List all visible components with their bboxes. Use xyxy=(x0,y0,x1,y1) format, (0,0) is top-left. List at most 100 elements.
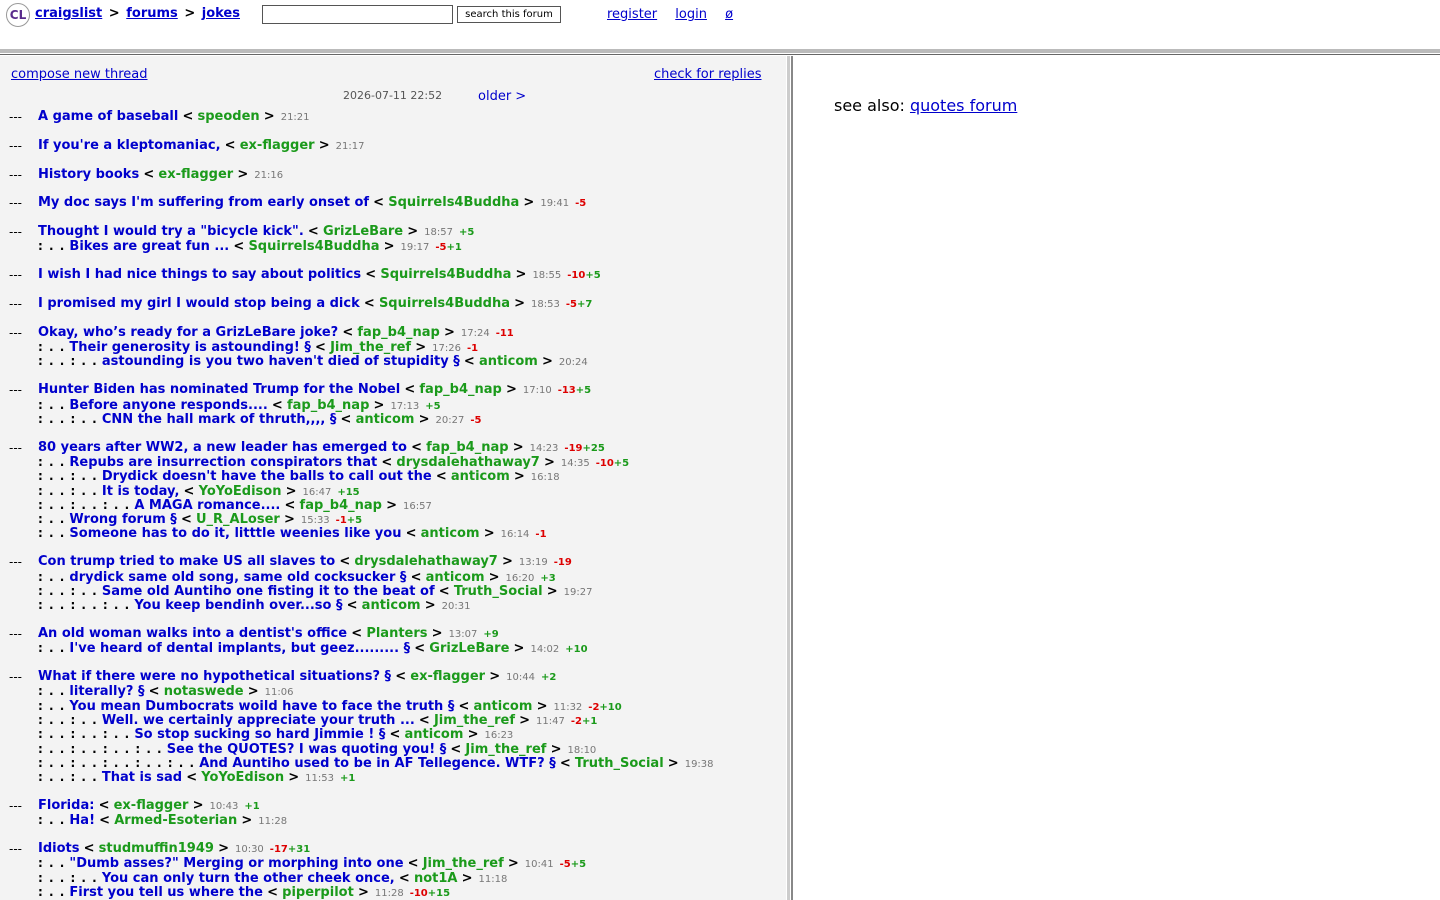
author-link[interactable]: fap_b4_nap xyxy=(419,382,501,397)
post-title-link[interactable]: A game of baseball xyxy=(38,109,178,124)
author-link[interactable]: anticom xyxy=(362,598,421,613)
author-link[interactable]: Squirrels4Buddha xyxy=(248,239,379,254)
older-link[interactable]: older > xyxy=(478,89,526,104)
post-title-link[interactable]: 80 years after WW2, a new leader has eme… xyxy=(38,440,407,455)
post-title-link[interactable]: literally? § xyxy=(69,684,144,699)
post-title-link[interactable]: Idiots xyxy=(38,841,79,856)
post-title-link[interactable]: And Auntiho used to be in AF Tellegence.… xyxy=(199,756,555,771)
post-title-link[interactable]: astounding is you two haven't died of st… xyxy=(102,354,460,369)
post-title-link[interactable]: Florida: xyxy=(38,798,94,813)
author-link[interactable]: Planters xyxy=(366,626,427,641)
author-link[interactable]: Squirrels4Buddha xyxy=(379,296,510,311)
post-title-link[interactable]: What if there were no hypothetical situa… xyxy=(38,669,391,684)
post-title-link[interactable]: Bikes are great fun ... xyxy=(69,239,229,254)
post-title-link[interactable]: Wrong forum § xyxy=(69,512,176,527)
post-title-link[interactable]: History books xyxy=(38,167,139,182)
post-title-link[interactable]: Ha! xyxy=(69,813,95,828)
crumb-craigslist[interactable]: craigslist xyxy=(35,6,102,21)
register-link[interactable]: register xyxy=(607,7,657,22)
author-link[interactable]: ex-flagger xyxy=(114,798,189,813)
post-title-link[interactable]: Same old Auntiho one fisting it to the b… xyxy=(102,584,435,599)
reply-row: : . . drydick same old song, same old co… xyxy=(0,569,786,585)
author-link[interactable]: anticom xyxy=(474,699,533,714)
author-link[interactable]: fap_b4_nap xyxy=(287,398,369,413)
author-link[interactable]: fap_b4_nap xyxy=(300,498,382,513)
post-title-link[interactable]: A MAGA romance.... xyxy=(134,498,280,513)
author-link[interactable]: anticom xyxy=(426,570,485,585)
author-link[interactable]: Jim_the_ref xyxy=(423,856,504,871)
author-link[interactable]: anticom xyxy=(451,469,510,484)
post-title-link[interactable]: See the QUOTES? I was quoting you! § xyxy=(167,742,446,757)
author-link[interactable]: Jim_the_ref xyxy=(465,742,546,757)
reply-indent: : . . xyxy=(38,569,66,584)
author-link[interactable]: U_R_ALoser xyxy=(196,512,280,527)
search-input[interactable] xyxy=(262,5,453,24)
pane-divider[interactable] xyxy=(787,56,790,900)
post-title-link[interactable]: drydick same old song, same old cocksuck… xyxy=(69,570,406,585)
author-link[interactable]: Squirrels4Buddha xyxy=(388,195,519,210)
crumb-forums[interactable]: forums xyxy=(126,6,178,21)
post-title-link[interactable]: "Dumb asses?" Merging or morphing into o… xyxy=(69,856,403,871)
author-link[interactable]: Truth_Social xyxy=(575,756,664,771)
author-link[interactable]: GrizLeBare xyxy=(429,641,509,656)
post-title-link[interactable]: It is today, xyxy=(102,484,180,499)
author-link[interactable]: fap_b4_nap xyxy=(357,325,439,340)
post-title-link[interactable]: Con trump tried to make US all slaves to xyxy=(38,554,335,569)
compose-thread-link[interactable]: compose new thread xyxy=(11,67,148,82)
author-open-bracket: < xyxy=(373,195,385,211)
author-link[interactable]: anticom xyxy=(405,727,464,742)
author-link[interactable]: GrizLeBare xyxy=(323,224,403,239)
post-title-link[interactable]: Well. we certainly appreciate your truth… xyxy=(102,713,415,728)
post-title-link[interactable]: I wish I had nice things to say about po… xyxy=(38,267,361,282)
author-link[interactable]: anticom xyxy=(356,412,415,427)
author-link[interactable]: speoden xyxy=(197,109,259,124)
author-link[interactable]: piperpilot xyxy=(282,885,354,900)
post-title-link[interactable]: If you're a kleptomaniac, xyxy=(38,138,221,153)
author-link[interactable]: Truth_Social xyxy=(454,584,543,599)
negative-votes: -2 xyxy=(570,715,582,727)
post-title-link[interactable]: First you tell us where the xyxy=(69,885,263,900)
author-link[interactable]: ex-flagger xyxy=(240,138,315,153)
post-title-link[interactable]: My doc says I'm suffering from early ons… xyxy=(38,195,369,210)
post-title-link[interactable]: That is sad xyxy=(102,770,182,785)
author-link[interactable]: YoYoEdison xyxy=(199,484,282,499)
post-title-link[interactable]: Hunter Biden has nominated Trump for the… xyxy=(38,382,400,397)
author-link[interactable]: not1A xyxy=(414,871,458,886)
author-link[interactable]: ex-flagger xyxy=(410,669,485,684)
post-title-link[interactable]: I've heard of dental implants, but geez.… xyxy=(69,641,410,656)
author-link[interactable]: Armed-Esoterian xyxy=(114,813,237,828)
login-link[interactable]: login xyxy=(675,7,707,22)
author-link[interactable]: studmuffin1949 xyxy=(99,841,214,856)
author-link[interactable]: anticom xyxy=(479,354,538,369)
author-link[interactable]: Squirrels4Buddha xyxy=(380,267,511,282)
crumb-jokes[interactable]: jokes xyxy=(202,6,240,21)
post-title-link[interactable]: So stop sucking so hard Jimmie ! § xyxy=(134,727,385,742)
post-title-link[interactable]: You keep bendinh over...so § xyxy=(134,598,342,613)
post-title-link[interactable]: You mean Dumbocrats woild have to face t… xyxy=(69,699,454,714)
author-link[interactable]: anticom xyxy=(421,526,480,541)
post-title-link[interactable]: Repubs are insurrection conspirators tha… xyxy=(69,455,377,470)
post-title-link[interactable]: Drydick doesn't have the balls to call o… xyxy=(102,469,432,484)
author-link[interactable]: notaswede xyxy=(164,684,244,699)
post-title-link[interactable]: I promised my girl I would stop being a … xyxy=(38,296,360,311)
post-title-link[interactable]: Someone has to do it, litttle weenies li… xyxy=(69,526,401,541)
author-link[interactable]: Jim_the_ref xyxy=(330,340,411,355)
author-link[interactable]: fap_b4_nap xyxy=(426,440,508,455)
post-title-link[interactable]: Their generosity is astounding! § xyxy=(69,340,310,355)
author-link[interactable]: drysdalehathaway7 xyxy=(396,455,539,470)
author-link[interactable]: drysdalehathaway7 xyxy=(354,554,497,569)
author-link[interactable]: Jim_the_ref xyxy=(434,713,515,728)
search-forum-button[interactable]: search this forum xyxy=(457,6,561,23)
post-title-link[interactable]: Thought I would try a "bicycle kick". xyxy=(38,224,304,239)
post-title-link[interactable]: CNN the hall mark of thruth,,,, § xyxy=(102,412,337,427)
post-title-link[interactable]: You can only turn the other cheek once, xyxy=(102,871,395,886)
post-title-link[interactable]: Before anyone responds.... xyxy=(69,398,267,413)
post-title-link[interactable]: Okay, who’s ready for a GrizLeBare joke? xyxy=(38,325,338,340)
empty-set-link[interactable]: ø xyxy=(725,7,733,22)
author-link[interactable]: YoYoEdison xyxy=(201,770,284,785)
check-replies-link[interactable]: check for replies xyxy=(654,67,762,82)
craigslist-logo[interactable]: CL xyxy=(6,3,30,27)
post-title-link[interactable]: An old woman walks into a dentist's offi… xyxy=(38,626,347,641)
quotes-forum-link[interactable]: quotes forum xyxy=(910,96,1017,115)
author-link[interactable]: ex-flagger xyxy=(158,167,233,182)
